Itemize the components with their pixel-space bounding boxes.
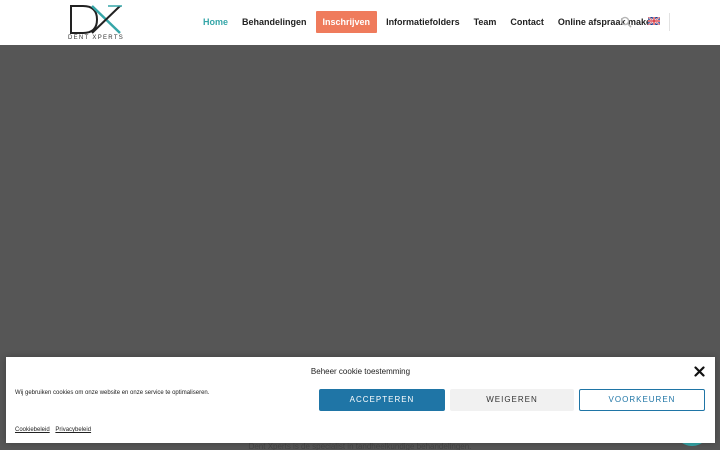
cookie-links: Cookiebeleid Privacybeleid (15, 427, 95, 433)
nav-divider (669, 13, 671, 31)
logo-text: DENT XPERTS (68, 35, 125, 41)
uk-flag-icon[interactable] (648, 17, 660, 25)
intro-text: Dent Xperts is de specialist in tandheel… (248, 442, 472, 450)
dent-xperts-logo[interactable]: DENT XPERTS (68, 4, 126, 44)
deny-cookies-button[interactable]: WEIGEREN (450, 389, 574, 411)
search-icon[interactable] (620, 16, 632, 28)
cookie-preferences-button[interactable]: VOORKEUREN (579, 389, 705, 411)
nav-online-afspraak[interactable]: Online afspraak maken (551, 11, 664, 33)
nav-inschrijven[interactable]: Inschrijven (315, 11, 378, 33)
nav-behandelingen[interactable]: Behandelingen (235, 11, 314, 33)
nav-home[interactable]: Home (196, 11, 235, 33)
cookie-policy-link[interactable]: Cookiebeleid (15, 427, 50, 433)
accept-cookies-button[interactable]: ACCEPTEREN (319, 389, 445, 411)
cookie-title: Beheer cookie toestemming (310, 367, 411, 376)
logo-mark-icon (70, 5, 122, 34)
nav-informatiefolders[interactable]: Informatiefolders (379, 11, 467, 33)
site-header: DENT XPERTS Home Behandelingen Inschrijv… (0, 0, 720, 45)
privacy-policy-link[interactable]: Privacybeleid (55, 427, 91, 433)
nav-contact[interactable]: Contact (503, 11, 551, 33)
close-icon[interactable] (694, 366, 705, 377)
cookie-consent-banner: Beheer cookie toestemming Wij gebruiken … (6, 357, 715, 443)
cookie-message: Wij gebruiken cookies om onze website en… (15, 390, 210, 396)
nav-team[interactable]: Team (467, 11, 504, 33)
main-navigation: Home Behandelingen Inschrijven Informati… (196, 11, 671, 33)
